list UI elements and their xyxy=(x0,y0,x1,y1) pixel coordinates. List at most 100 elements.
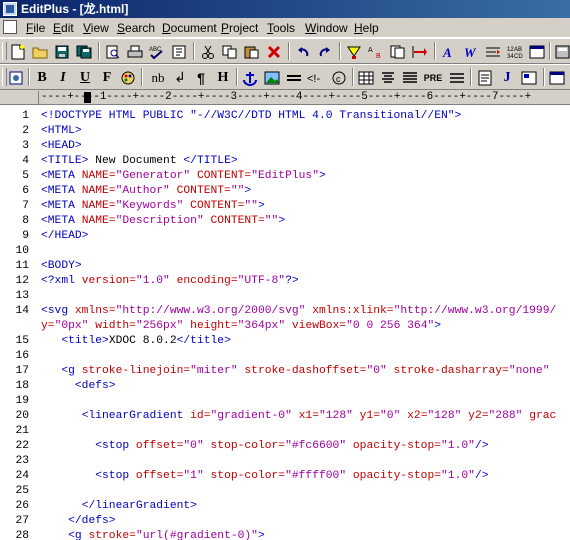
menu-view[interactable]: View xyxy=(83,21,109,35)
color-palette-icon[interactable] xyxy=(118,68,138,87)
font-tag-button[interactable]: F xyxy=(97,68,117,87)
spell-check-icon[interactable]: ABC xyxy=(147,42,167,61)
code-line[interactable]: 25 xyxy=(0,484,570,499)
paragraph-button[interactable]: ¶ xyxy=(191,68,211,87)
line-number-icon[interactable] xyxy=(483,42,503,61)
delete-icon[interactable] xyxy=(264,42,284,61)
code-token: > xyxy=(434,320,442,332)
menu-window[interactable]: Window xyxy=(305,21,348,35)
menu-help[interactable]: Help xyxy=(354,21,379,35)
italic-button[interactable]: I xyxy=(53,68,73,87)
code-line[interactable]: 5 <META NAME="Generator" CONTENT="EditPlu… xyxy=(0,169,570,184)
div-icon[interactable] xyxy=(447,68,467,87)
column-ruler[interactable]: ----+----1----+----2----+----3----+----4… xyxy=(0,91,570,105)
code-token: /> xyxy=(474,440,489,452)
window-icon[interactable] xyxy=(547,68,567,87)
line-number: 10 xyxy=(15,245,29,257)
code-line[interactable]: 11 <BODY> xyxy=(0,259,570,274)
form-icon[interactable] xyxy=(475,68,495,87)
editplus-app-icon[interactable] xyxy=(3,2,17,16)
code-line[interactable]: 23 xyxy=(0,454,570,469)
code-line[interactable]: 2 <HTML> xyxy=(0,124,570,139)
font-icon[interactable]: A xyxy=(439,42,459,61)
word-wrap-icon[interactable]: W xyxy=(461,42,481,61)
image-icon[interactable] xyxy=(262,68,282,87)
script-button[interactable]: J xyxy=(497,68,517,87)
style-icon[interactable] xyxy=(519,68,539,87)
code-line[interactable]: 27 </defs> xyxy=(0,514,570,529)
find-in-files-icon[interactable] xyxy=(388,42,408,61)
print-icon[interactable] xyxy=(125,42,145,61)
code-line[interactable]: 6 <META NAME="Author" CONTENT=""> xyxy=(0,184,570,199)
align-center-icon[interactable] xyxy=(378,68,398,87)
code-line[interactable]: 20 <linearGradient id="gradient-0" x1="1… xyxy=(0,409,570,424)
code-editor[interactable]: 1 <!DOCTYPE HTML PUBLIC "-//W3C//DTD HTML… xyxy=(0,105,570,540)
menu-search[interactable]: Search xyxy=(117,21,155,35)
code-line[interactable]: 19 xyxy=(0,394,570,409)
code-line[interactable]: 17 <g stroke-linejoin="miter" stroke-das… xyxy=(0,364,570,379)
cliptext-icon[interactable] xyxy=(553,42,570,61)
table-icon[interactable] xyxy=(356,68,376,87)
code-line[interactable]: 21 xyxy=(0,424,570,439)
code-line[interactable]: 24 <stop offset="1" stop-color="#ffff00"… xyxy=(0,469,570,484)
toolbar-grip[interactable] xyxy=(2,42,7,60)
html-browser-icon[interactable] xyxy=(6,68,26,87)
replace-icon[interactable]: AB xyxy=(366,42,386,61)
comment-icon[interactable]: <!- xyxy=(306,68,326,87)
code-line[interactable]: 15 <title>XDOC 8.0.2</title> xyxy=(0,334,570,349)
menu-project[interactable]: Project xyxy=(221,21,258,35)
code-token: "Keywords" xyxy=(115,200,184,212)
code-line[interactable]: 13 xyxy=(0,289,570,304)
underline-button[interactable]: U xyxy=(75,68,95,87)
bold-button[interactable]: B xyxy=(32,68,52,87)
code-line[interactable]: 4 <TITLE> New Document </TITLE> xyxy=(0,154,570,169)
open-folder-icon[interactable] xyxy=(30,42,50,61)
menu-edit[interactable]: Edit xyxy=(53,21,74,35)
html-preview-icon[interactable] xyxy=(169,42,189,61)
special-char-icon[interactable]: c xyxy=(329,68,349,87)
menu-file[interactable]: File xyxy=(26,21,45,35)
preformatted-button[interactable]: PRE xyxy=(421,68,445,87)
anchor-icon[interactable] xyxy=(240,68,260,87)
menu-tools[interactable]: Tools xyxy=(267,21,295,35)
code-token: stroke-linejoin= xyxy=(81,365,191,377)
code-line[interactable]: 1 <!DOCTYPE HTML PUBLIC "-//W3C//DTD HTML… xyxy=(0,109,570,124)
heading-button[interactable]: H xyxy=(213,68,233,87)
cut-icon[interactable] xyxy=(198,42,218,61)
code-line[interactable]: 3 <HEAD> xyxy=(0,139,570,154)
nbsp-button[interactable]: nb xyxy=(148,68,168,87)
code-line[interactable]: 10 xyxy=(0,244,570,259)
save-icon[interactable] xyxy=(52,42,72,61)
list-icon[interactable] xyxy=(400,68,420,87)
code-line[interactable]: 9 </HEAD> xyxy=(0,229,570,244)
menu-document[interactable]: Document xyxy=(162,21,217,35)
horizontal-rule-icon[interactable] xyxy=(284,68,304,87)
print-preview-icon[interactable] xyxy=(103,42,123,61)
find-icon[interactable] xyxy=(344,42,364,61)
column-select-icon[interactable]: 12 AB 34 CD xyxy=(505,42,525,61)
browser-icon[interactable] xyxy=(527,42,547,61)
code-token: <linearGradient xyxy=(81,410,191,422)
code-line[interactable]: 22 <stop offset="0" stop-color="#fc6600"… xyxy=(0,439,570,454)
code-token: NAME= xyxy=(81,200,116,212)
code-line[interactable]: 8 <META NAME="Description" CONTENT=""> xyxy=(0,214,570,229)
code-line[interactable]: 26 </linearGradient> xyxy=(0,499,570,514)
code-line[interactable]: 16 xyxy=(0,349,570,364)
paste-icon[interactable] xyxy=(242,42,262,61)
code-line[interactable]: y="0px" width="256px" height="364px" vie… xyxy=(0,319,570,334)
document-icon[interactable] xyxy=(3,20,17,34)
code-line[interactable]: 7 <META NAME="Keywords" CONTENT=""> xyxy=(0,199,570,214)
code-line[interactable]: 28 <g stroke="url(#gradient-0)"> xyxy=(0,529,570,540)
goto-icon[interactable] xyxy=(410,42,430,61)
redo-icon[interactable] xyxy=(315,42,335,61)
code-token: offset= xyxy=(135,470,184,482)
save-all-icon[interactable] xyxy=(74,42,94,61)
code-line[interactable]: 12 <?xml version="1.0" encoding="UTF-8"?> xyxy=(0,274,570,289)
copy-icon[interactable] xyxy=(220,42,240,61)
new-file-icon[interactable] xyxy=(8,42,28,61)
code-line[interactable]: 14 <svg xmlns="http://www.w3.org/2000/svg… xyxy=(0,304,570,319)
code-line[interactable]: 18 <defs> xyxy=(0,379,570,394)
undo-icon[interactable] xyxy=(293,42,313,61)
toolbar-separator xyxy=(549,42,551,60)
line-break-button[interactable]: ↲ xyxy=(170,68,190,87)
